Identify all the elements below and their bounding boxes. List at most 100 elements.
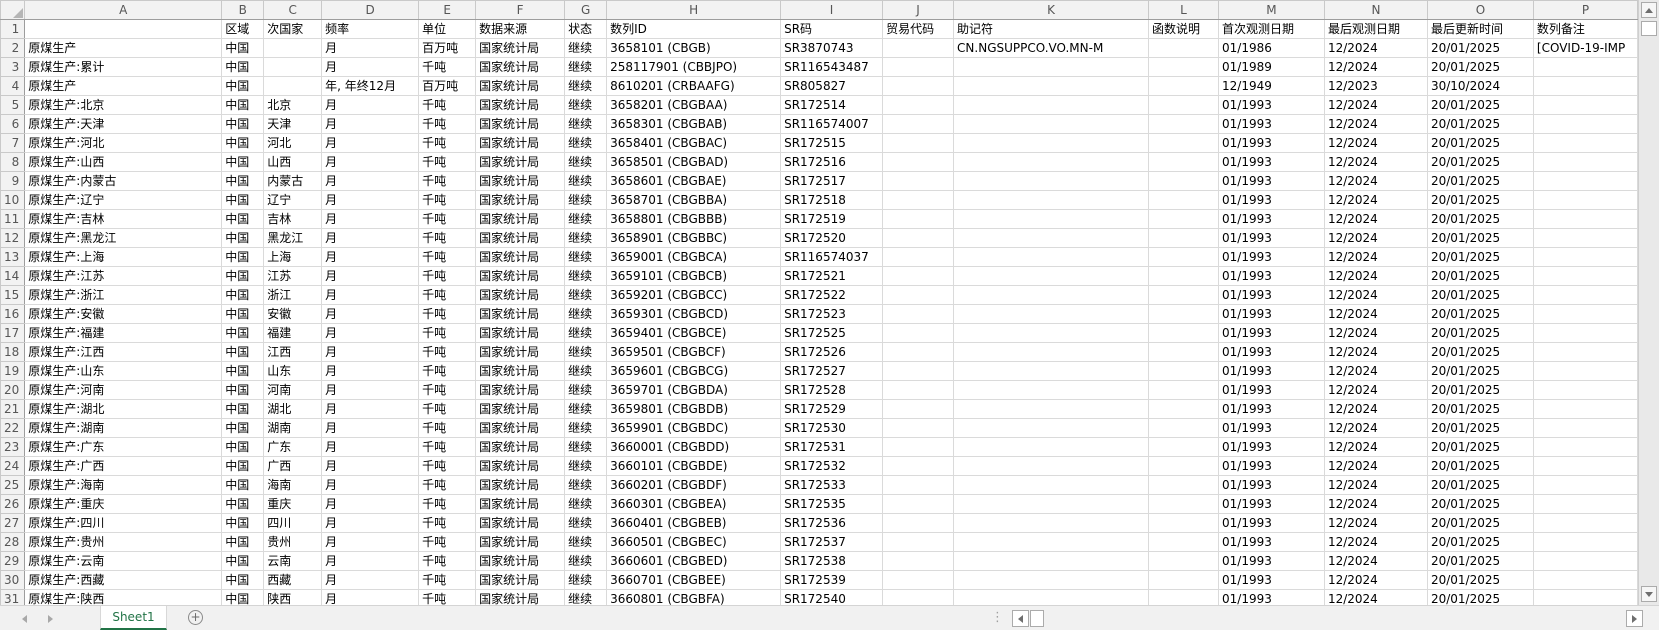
cell-E11[interactable]: 千吨 xyxy=(418,209,477,229)
cell-I28[interactable]: SR172537 xyxy=(780,532,884,552)
cell-E21[interactable]: 千吨 xyxy=(418,399,477,419)
column-header-O[interactable]: O xyxy=(1426,0,1534,20)
row-header-8[interactable]: 8 xyxy=(0,152,26,172)
cell-A29[interactable]: 原煤生产:云南 xyxy=(24,551,223,571)
cell-C4[interactable] xyxy=(263,76,323,96)
cell-F9[interactable]: 国家统计局 xyxy=(475,171,566,191)
cell-K18[interactable] xyxy=(953,342,1150,362)
cell-J11[interactable] xyxy=(882,209,955,229)
cell-F5[interactable]: 国家统计局 xyxy=(475,95,566,115)
cell-I20[interactable]: SR172528 xyxy=(780,380,884,400)
cell-M12[interactable]: 01/1993 xyxy=(1218,228,1325,248)
cell-E9[interactable]: 千吨 xyxy=(418,171,477,191)
cell-K6[interactable] xyxy=(953,114,1150,134)
cell-H24[interactable]: 3660101 (CBGBDE) xyxy=(606,456,782,476)
cell-D1[interactable]: 频率 xyxy=(321,19,420,39)
cell-A30[interactable]: 原煤生产:西藏 xyxy=(24,570,223,590)
cell-F12[interactable]: 国家统计局 xyxy=(475,228,566,248)
cell-J31[interactable] xyxy=(882,589,955,605)
cell-G12[interactable]: 继续 xyxy=(564,228,608,248)
cell-C5[interactable]: 北京 xyxy=(263,95,323,115)
cell-K22[interactable] xyxy=(953,418,1150,438)
cell-N4[interactable]: 12/2023 xyxy=(1323,76,1428,96)
cell-I6[interactable]: SR116574007 xyxy=(780,114,884,134)
cell-D26[interactable]: 月 xyxy=(321,494,420,514)
row-header-19[interactable]: 19 xyxy=(0,361,26,381)
cell-K8[interactable] xyxy=(953,152,1150,172)
cell-B1[interactable]: 区域 xyxy=(221,19,265,39)
row-header-3[interactable]: 3 xyxy=(0,57,26,77)
cell-H10[interactable]: 3658701 (CBGBBA) xyxy=(606,190,782,210)
cell-P4[interactable] xyxy=(1532,76,1638,96)
scroll-down-button[interactable] xyxy=(1641,586,1657,602)
row-header-15[interactable]: 15 xyxy=(0,285,26,305)
cell-G13[interactable]: 继续 xyxy=(564,247,608,267)
cell-F26[interactable]: 国家统计局 xyxy=(475,494,566,514)
cell-K14[interactable] xyxy=(953,266,1150,286)
cell-G2[interactable]: 继续 xyxy=(564,38,608,58)
cell-B24[interactable]: 中国 xyxy=(221,456,265,476)
cell-O25[interactable]: 20/01/2025 xyxy=(1426,475,1534,495)
cell-P12[interactable] xyxy=(1532,228,1638,248)
cell-A9[interactable]: 原煤生产:内蒙古 xyxy=(24,171,223,191)
cell-J27[interactable] xyxy=(882,513,955,533)
cell-F21[interactable]: 国家统计局 xyxy=(475,399,566,419)
cell-C22[interactable]: 湖南 xyxy=(263,418,323,438)
cell-J28[interactable] xyxy=(882,532,955,552)
cell-L7[interactable] xyxy=(1148,133,1219,153)
cell-C27[interactable]: 四川 xyxy=(263,513,323,533)
column-header-J[interactable]: J xyxy=(882,0,955,20)
cell-D5[interactable]: 月 xyxy=(321,95,420,115)
cell-M11[interactable]: 01/1993 xyxy=(1218,209,1325,229)
cell-D22[interactable]: 月 xyxy=(321,418,420,438)
cell-A10[interactable]: 原煤生产:辽宁 xyxy=(24,190,223,210)
cell-B3[interactable]: 中国 xyxy=(221,57,265,77)
cell-P11[interactable] xyxy=(1532,209,1638,229)
cell-M17[interactable]: 01/1993 xyxy=(1218,323,1325,343)
cell-N27[interactable]: 12/2024 xyxy=(1323,513,1428,533)
cell-E26[interactable]: 千吨 xyxy=(418,494,477,514)
sheet-tab-sheet1[interactable]: Sheet1 xyxy=(100,606,167,630)
scroll-right-button[interactable] xyxy=(1626,610,1643,627)
cell-H8[interactable]: 3658501 (CBGBAD) xyxy=(606,152,782,172)
cell-L24[interactable] xyxy=(1148,456,1219,476)
cell-E25[interactable]: 千吨 xyxy=(418,475,477,495)
cell-D28[interactable]: 月 xyxy=(321,532,420,552)
cell-F29[interactable]: 国家统计局 xyxy=(475,551,566,571)
cell-H31[interactable]: 3660801 (CBGBFA) xyxy=(606,589,782,605)
cell-P19[interactable] xyxy=(1532,361,1638,381)
cell-A15[interactable]: 原煤生产:浙江 xyxy=(24,285,223,305)
cell-F20[interactable]: 国家统计局 xyxy=(475,380,566,400)
cell-L5[interactable] xyxy=(1148,95,1219,115)
cell-K2[interactable]: CN.NGSUPPCO.VO.MN-M xyxy=(953,38,1150,58)
cell-J18[interactable] xyxy=(882,342,955,362)
cell-L11[interactable] xyxy=(1148,209,1219,229)
cell-G27[interactable]: 继续 xyxy=(564,513,608,533)
cell-J4[interactable] xyxy=(882,76,955,96)
cell-M23[interactable]: 01/1993 xyxy=(1218,437,1325,457)
cell-G28[interactable]: 继续 xyxy=(564,532,608,552)
cell-B22[interactable]: 中国 xyxy=(221,418,265,438)
cell-A27[interactable]: 原煤生产:四川 xyxy=(24,513,223,533)
cell-E14[interactable]: 千吨 xyxy=(418,266,477,286)
cell-C24[interactable]: 广西 xyxy=(263,456,323,476)
cell-A11[interactable]: 原煤生产:吉林 xyxy=(24,209,223,229)
cell-H13[interactable]: 3659001 (CBGBCA) xyxy=(606,247,782,267)
cell-N12[interactable]: 12/2024 xyxy=(1323,228,1428,248)
cell-P8[interactable] xyxy=(1532,152,1638,172)
cell-J29[interactable] xyxy=(882,551,955,571)
cell-P29[interactable] xyxy=(1532,551,1638,571)
cell-N5[interactable]: 12/2024 xyxy=(1323,95,1428,115)
cell-K30[interactable] xyxy=(953,570,1150,590)
cell-J6[interactable] xyxy=(882,114,955,134)
cell-I8[interactable]: SR172516 xyxy=(780,152,884,172)
cell-C9[interactable]: 内蒙古 xyxy=(263,171,323,191)
cell-L18[interactable] xyxy=(1148,342,1219,362)
cell-C7[interactable]: 河北 xyxy=(263,133,323,153)
cell-N13[interactable]: 12/2024 xyxy=(1323,247,1428,267)
cell-B18[interactable]: 中国 xyxy=(221,342,265,362)
cell-I16[interactable]: SR172523 xyxy=(780,304,884,324)
cell-F25[interactable]: 国家统计局 xyxy=(475,475,566,495)
cell-A16[interactable]: 原煤生产:安徽 xyxy=(24,304,223,324)
cell-N26[interactable]: 12/2024 xyxy=(1323,494,1428,514)
